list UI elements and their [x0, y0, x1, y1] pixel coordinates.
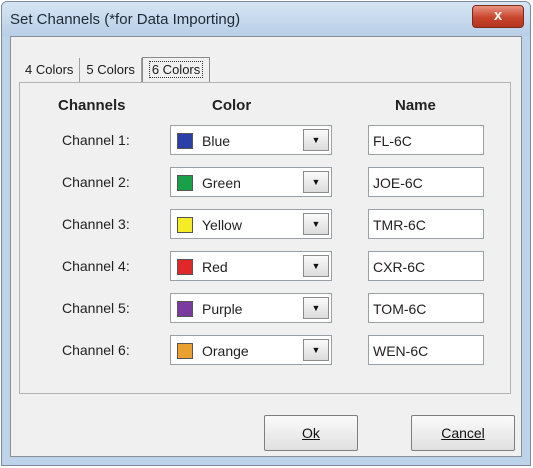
channel-2-name-value: JOE-6C: [373, 175, 423, 191]
channel-5-color-value: Purple: [202, 301, 243, 317]
channel-1-swatch: [177, 133, 193, 149]
name-header: Name: [395, 97, 436, 114]
channel-1-name-field[interactable]: FL-6C: [368, 125, 484, 155]
channel-4-label: Channel 4:: [62, 258, 130, 274]
channel-4-name-value: CXR-6C: [373, 259, 426, 275]
channel-3-name-value: TMR-6C: [373, 217, 426, 233]
channel-3-label: Channel 3:: [62, 216, 130, 232]
channels-header: Channels: [58, 97, 126, 114]
channel-4-color-value: Red: [202, 259, 228, 275]
channel-1-color-value: Blue: [202, 133, 231, 149]
tab-4-colors[interactable]: 4 Colors: [19, 58, 81, 82]
channel-6-name-value: WEN-6C: [373, 343, 429, 359]
channel-4-color-select[interactable]: Red ▼: [170, 251, 332, 281]
channel-2-label: Channel 2:: [62, 174, 130, 190]
chevron-down-icon[interactable]: ▼: [303, 213, 329, 235]
chevron-down-icon[interactable]: ▼: [303, 171, 329, 193]
color-header: Color: [212, 97, 252, 114]
close-icon: x: [493, 7, 503, 24]
channel-6-name-field[interactable]: WEN-6C: [368, 335, 484, 365]
ok-button[interactable]: Ok: [264, 415, 358, 451]
title-bar[interactable]: Set Channels (*for Data Importing) x: [2, 2, 530, 36]
channel-1-color-select[interactable]: Blue ▼: [170, 125, 332, 155]
tab-5-colors[interactable]: 5 Colors: [80, 58, 142, 82]
tab-6-colors[interactable]: 6 Colors: [141, 57, 211, 83]
tab-strip: 4 Colors 5 Colors 6 Colors: [19, 56, 211, 83]
channel-2-color-value: Green: [202, 175, 241, 191]
chevron-down-icon[interactable]: ▼: [303, 297, 329, 319]
channel-3-swatch: [177, 217, 193, 233]
channel-5-swatch: [177, 301, 193, 317]
channel-3-color-select[interactable]: Yellow ▼: [170, 209, 332, 239]
tab-panel: Channels Color Name Channel 1: Blue ▼ FL…: [19, 82, 511, 394]
chevron-down-icon[interactable]: ▼: [303, 339, 329, 361]
dialog-window: Set Channels (*for Data Importing) x 4 C…: [1, 1, 531, 466]
tab-6-colors-label: 6 Colors: [148, 61, 204, 78]
channel-2-swatch: [177, 175, 193, 191]
channel-5-color-select[interactable]: Purple ▼: [170, 293, 332, 323]
channel-4-name-field[interactable]: CXR-6C: [368, 251, 484, 281]
chevron-down-icon[interactable]: ▼: [303, 255, 329, 277]
channel-3-color-value: Yellow: [202, 217, 242, 233]
channel-6-swatch: [177, 343, 193, 359]
channel-1-name-value: FL-6C: [373, 133, 412, 149]
channel-6-label: Channel 6:: [62, 342, 130, 358]
dialog-title: Set Channels (*for Data Importing): [10, 11, 241, 28]
cancel-button-label: Cancel: [441, 425, 485, 441]
channel-5-name-value: TOM-6C: [373, 301, 427, 317]
cancel-button[interactable]: Cancel: [411, 415, 515, 451]
channel-6-color-select[interactable]: Orange ▼: [170, 335, 332, 365]
chevron-down-icon[interactable]: ▼: [303, 129, 329, 151]
channel-2-name-field[interactable]: JOE-6C: [368, 167, 484, 197]
channel-5-name-field[interactable]: TOM-6C: [368, 293, 484, 323]
channel-1-label: Channel 1:: [62, 132, 130, 148]
channel-4-swatch: [177, 259, 193, 275]
ok-button-label: Ok: [302, 425, 320, 441]
channel-5-label: Channel 5:: [62, 300, 130, 316]
channel-6-color-value: Orange: [202, 343, 249, 359]
dialog-body: 4 Colors 5 Colors 6 Colors Channels Colo…: [10, 36, 522, 457]
channel-3-name-field[interactable]: TMR-6C: [368, 209, 484, 239]
close-button[interactable]: x: [472, 5, 524, 28]
channel-2-color-select[interactable]: Green ▼: [170, 167, 332, 197]
